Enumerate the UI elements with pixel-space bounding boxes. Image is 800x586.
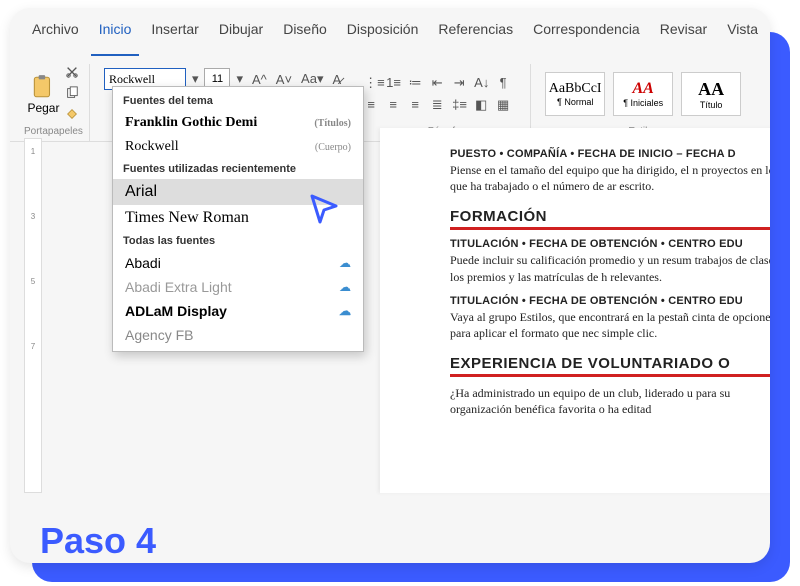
- menu-disposicion[interactable]: Disposición: [339, 18, 427, 56]
- clear-format-icon[interactable]: A̷: [329, 72, 344, 87]
- doc-heading-voluntariado: EXPERIENCIA DE VOLUNTARIADO O: [450, 355, 770, 372]
- shading-icon[interactable]: ◧: [474, 97, 488, 113]
- doc-p4: ¿Ha administrado un equipo de un club, l…: [450, 385, 770, 417]
- align-left-icon[interactable]: ≡: [364, 97, 378, 113]
- menu-revisar[interactable]: Revisar: [652, 18, 715, 56]
- align-right-icon[interactable]: ≡: [408, 97, 422, 113]
- sort-icon[interactable]: A↓: [474, 75, 488, 91]
- menu-dibujar[interactable]: Dibujar: [211, 18, 271, 56]
- increase-font-icon[interactable]: A^: [249, 72, 270, 87]
- borders-icon[interactable]: ▦: [496, 97, 510, 113]
- style-titulo[interactable]: AATítulo: [681, 72, 741, 116]
- doc-p2: Puede incluir su calificación promedio y…: [450, 252, 770, 284]
- document-page[interactable]: PUESTO • COMPAÑÍA • FECHA DE INICIO – FE…: [380, 128, 770, 493]
- vertical-ruler: 1 3 5 7: [24, 138, 42, 493]
- paste-button[interactable]: Pegar: [27, 73, 59, 115]
- clipboard-group: Pegar Portapapeles: [18, 64, 90, 141]
- red-divider: [450, 227, 770, 230]
- paste-label: Pegar: [27, 101, 59, 115]
- red-divider: [450, 374, 770, 377]
- font-abadi[interactable]: Abadi☁: [113, 251, 363, 275]
- doc-meta-1: PUESTO • COMPAÑÍA • FECHA DE INICIO – FE…: [450, 148, 770, 160]
- style-iniciales[interactable]: AA¶ Iniciales: [613, 72, 673, 116]
- step-label: Paso 4: [40, 520, 156, 562]
- numbering-icon[interactable]: 1≡: [386, 75, 400, 91]
- format-painter-icon[interactable]: [65, 107, 79, 124]
- outdent-icon[interactable]: ⇤: [430, 75, 444, 91]
- show-marks-icon[interactable]: ¶: [496, 75, 510, 91]
- line-spacing-icon[interactable]: ‡≡: [452, 97, 466, 113]
- menu-correspondencia[interactable]: Correspondencia: [525, 18, 648, 56]
- word-app-window: Archivo Inicio Insertar Dibujar Diseño D…: [10, 8, 770, 563]
- font-adlam[interactable]: ADLaM Display☁: [113, 299, 363, 323]
- doc-p1: Piense en el tamaño del equipo que ha di…: [450, 162, 770, 194]
- cursor-pointer-icon: [308, 192, 342, 226]
- menu-diseno[interactable]: Diseño: [275, 18, 335, 56]
- indent-icon[interactable]: ⇥: [452, 75, 466, 91]
- menu-referencias[interactable]: Referencias: [430, 18, 521, 56]
- bullets-icon[interactable]: ⋮≡: [364, 75, 378, 91]
- dd-section-theme: Fuentes del tema: [113, 91, 363, 111]
- menu-bar: Archivo Inicio Insertar Dibujar Diseño D…: [10, 8, 770, 62]
- decrease-font-icon[interactable]: A˅: [273, 72, 295, 87]
- change-case-icon[interactable]: Aa▾: [298, 71, 326, 87]
- cloud-icon: ☁: [339, 304, 351, 318]
- menu-vista[interactable]: Vista: [719, 18, 766, 56]
- clipboard-label: Portapapeles: [24, 126, 83, 137]
- font-abadi-light[interactable]: Abadi Extra Light☁: [113, 275, 363, 299]
- dd-section-all: Todas las fuentes: [113, 231, 363, 251]
- doc-heading-formacion: FORMACIÓN: [450, 208, 770, 225]
- font-rockwell[interactable]: Rockwell(Cuerpo): [113, 135, 363, 159]
- font-franklin-gothic[interactable]: Franklin Gothic Demi(Títulos): [113, 111, 363, 135]
- font-name-dropdown-icon[interactable]: ▾: [189, 71, 202, 87]
- font-agency[interactable]: Agency FB: [113, 323, 363, 347]
- cut-icon[interactable]: [65, 65, 79, 82]
- menu-insertar[interactable]: Insertar: [143, 18, 206, 56]
- style-normal[interactable]: AaBbCcI¶ Normal: [545, 72, 605, 116]
- multilevel-icon[interactable]: ≔: [408, 75, 422, 91]
- cloud-icon: ☁: [339, 256, 351, 270]
- copy-icon[interactable]: [65, 86, 79, 103]
- menu-inicio[interactable]: Inicio: [91, 18, 140, 56]
- dd-section-recent: Fuentes utilizadas recientemente: [113, 159, 363, 179]
- justify-icon[interactable]: ≣: [430, 97, 444, 113]
- doc-p3: Vaya al grupo Estilos, que encontrará en…: [450, 309, 770, 341]
- align-center-icon[interactable]: ≡: [386, 97, 400, 113]
- doc-meta-3: TITULACIÓN • FECHA DE OBTENCIÓN • CENTRO…: [450, 295, 770, 307]
- doc-meta-2: TITULACIÓN • FECHA DE OBTENCIÓN • CENTRO…: [450, 238, 770, 250]
- font-size-dropdown-icon[interactable]: ▾: [233, 71, 246, 87]
- cloud-icon: ☁: [339, 280, 351, 294]
- menu-archivo[interactable]: Archivo: [24, 18, 87, 56]
